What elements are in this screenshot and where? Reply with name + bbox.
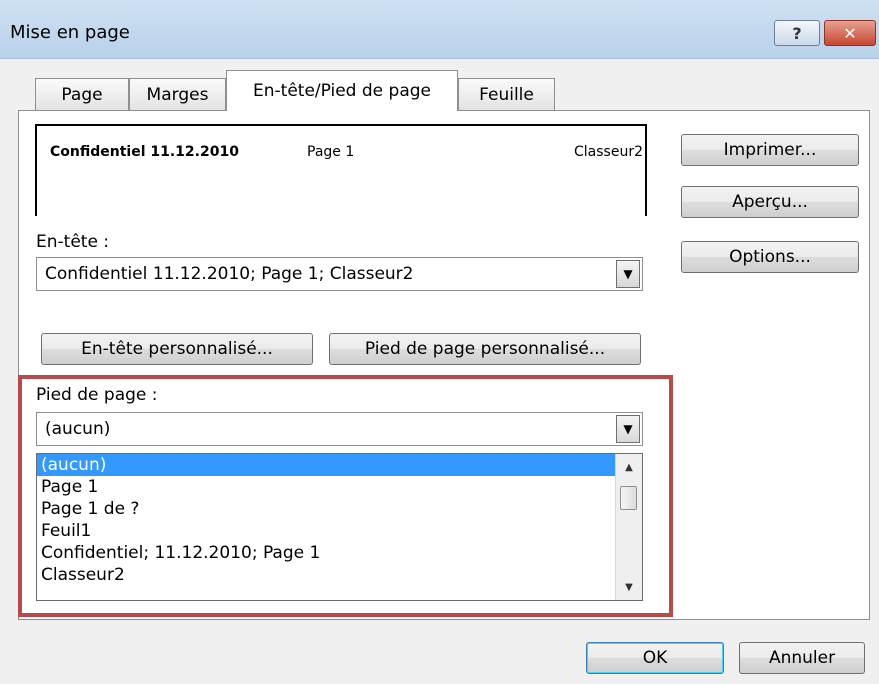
chevron-down-icon[interactable]: ▼ <box>616 260 640 288</box>
header-select[interactable]: Confidentiel 11.12.2010; Page 1; Classeu… <box>36 257 643 291</box>
preview-center-section: Page 1 <box>307 144 355 160</box>
scroll-up-icon[interactable]: ▲ <box>616 456 642 478</box>
footer-label: Pied de page : <box>36 385 158 405</box>
header-select-value: Confidentiel 11.12.2010; Page 1; Classeu… <box>45 264 414 284</box>
cancel-button-label: Annuler <box>768 648 836 668</box>
footer-select-value: (aucun) <box>45 419 111 439</box>
list-item[interactable]: Classeur2 <box>37 564 642 586</box>
scroll-down-icon[interactable]: ▼ <box>616 576 642 598</box>
options-button-label: Options... <box>729 247 811 267</box>
footer-select[interactable]: (aucun) ▼ <box>36 412 643 446</box>
preview-button-label: Aperçu... <box>732 192 808 212</box>
custom-header-button[interactable]: En-tête personnalisé... <box>41 333 313 365</box>
print-button-label: Imprimer... <box>723 140 817 160</box>
close-button[interactable]: ✕ <box>824 20 876 46</box>
custom-footer-button-label: Pied de page personnalisé... <box>364 339 606 359</box>
list-item[interactable]: Feuil1 <box>37 520 642 542</box>
ok-button[interactable]: OK <box>586 642 724 674</box>
cancel-button[interactable]: Annuler <box>739 642 865 674</box>
preview-right-section: Classeur2 <box>574 144 643 160</box>
chevron-down-icon[interactable]: ▼ <box>616 415 640 443</box>
print-button[interactable]: Imprimer... <box>681 134 859 166</box>
list-item[interactable]: (aucun) <box>37 454 642 476</box>
preview-left-section: Confidentiel 11.12.2010 <box>50 144 239 160</box>
footer-dropdown-list[interactable]: (aucun) Page 1 Page 1 de ? Feuil1 Confid… <box>36 453 643 601</box>
ok-button-label: OK <box>642 648 668 668</box>
scroll-thumb[interactable] <box>620 486 637 510</box>
preview-button[interactable]: Aperçu... <box>681 186 859 218</box>
title-bar: Mise en page ? ✕ <box>0 0 879 59</box>
tab-page[interactable]: Page <box>35 78 129 110</box>
tab-sheet[interactable]: Feuille <box>458 78 555 110</box>
list-item[interactable]: Page 1 <box>37 476 642 498</box>
help-icon: ? <box>792 23 802 43</box>
tab-label: Page <box>61 84 103 105</box>
list-item[interactable]: Confidentiel; 11.12.2010; Page 1 <box>37 542 642 564</box>
list-scrollbar[interactable]: ▲ ▼ <box>615 454 642 600</box>
tab-label: Marges <box>146 84 209 105</box>
list-item[interactable]: Page 1 de ? <box>37 498 642 520</box>
custom-header-button-label: En-tête personnalisé... <box>81 339 273 359</box>
header-preview: Confidentiel 11.12.2010 Page 1 Classeur2 <box>35 124 647 216</box>
help-button[interactable]: ? <box>774 20 820 46</box>
page-setup-dialog: Mise en page ? ✕ Page Marges En-tête/Pie… <box>0 0 879 684</box>
tab-margins[interactable]: Marges <box>129 78 226 110</box>
tab-label: Feuille <box>479 84 534 105</box>
custom-footer-button[interactable]: Pied de page personnalisé... <box>329 333 641 365</box>
window-title: Mise en page <box>10 22 130 43</box>
options-button[interactable]: Options... <box>681 241 859 273</box>
tab-header-footer[interactable]: En-tête/Pied de page <box>226 70 458 111</box>
close-icon: ✕ <box>843 23 857 43</box>
tab-label: En-tête/Pied de page <box>253 81 431 101</box>
header-label: En-tête : <box>36 232 110 252</box>
